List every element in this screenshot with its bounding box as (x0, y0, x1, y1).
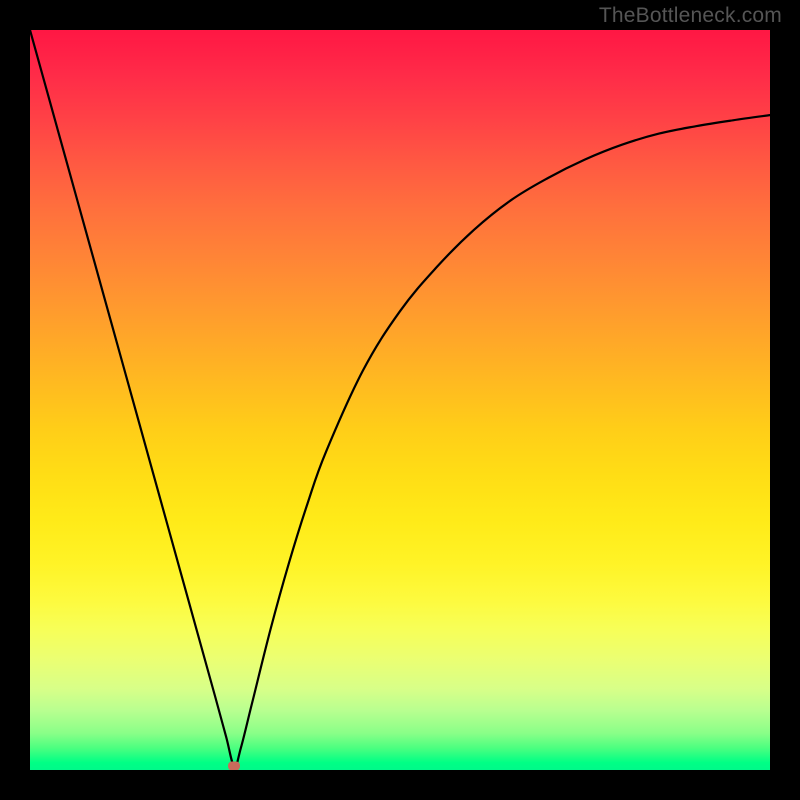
bottleneck-curve (30, 30, 770, 770)
min-marker-icon (228, 762, 240, 770)
watermark-text: TheBottleneck.com (599, 4, 782, 28)
plot-area (30, 30, 770, 770)
